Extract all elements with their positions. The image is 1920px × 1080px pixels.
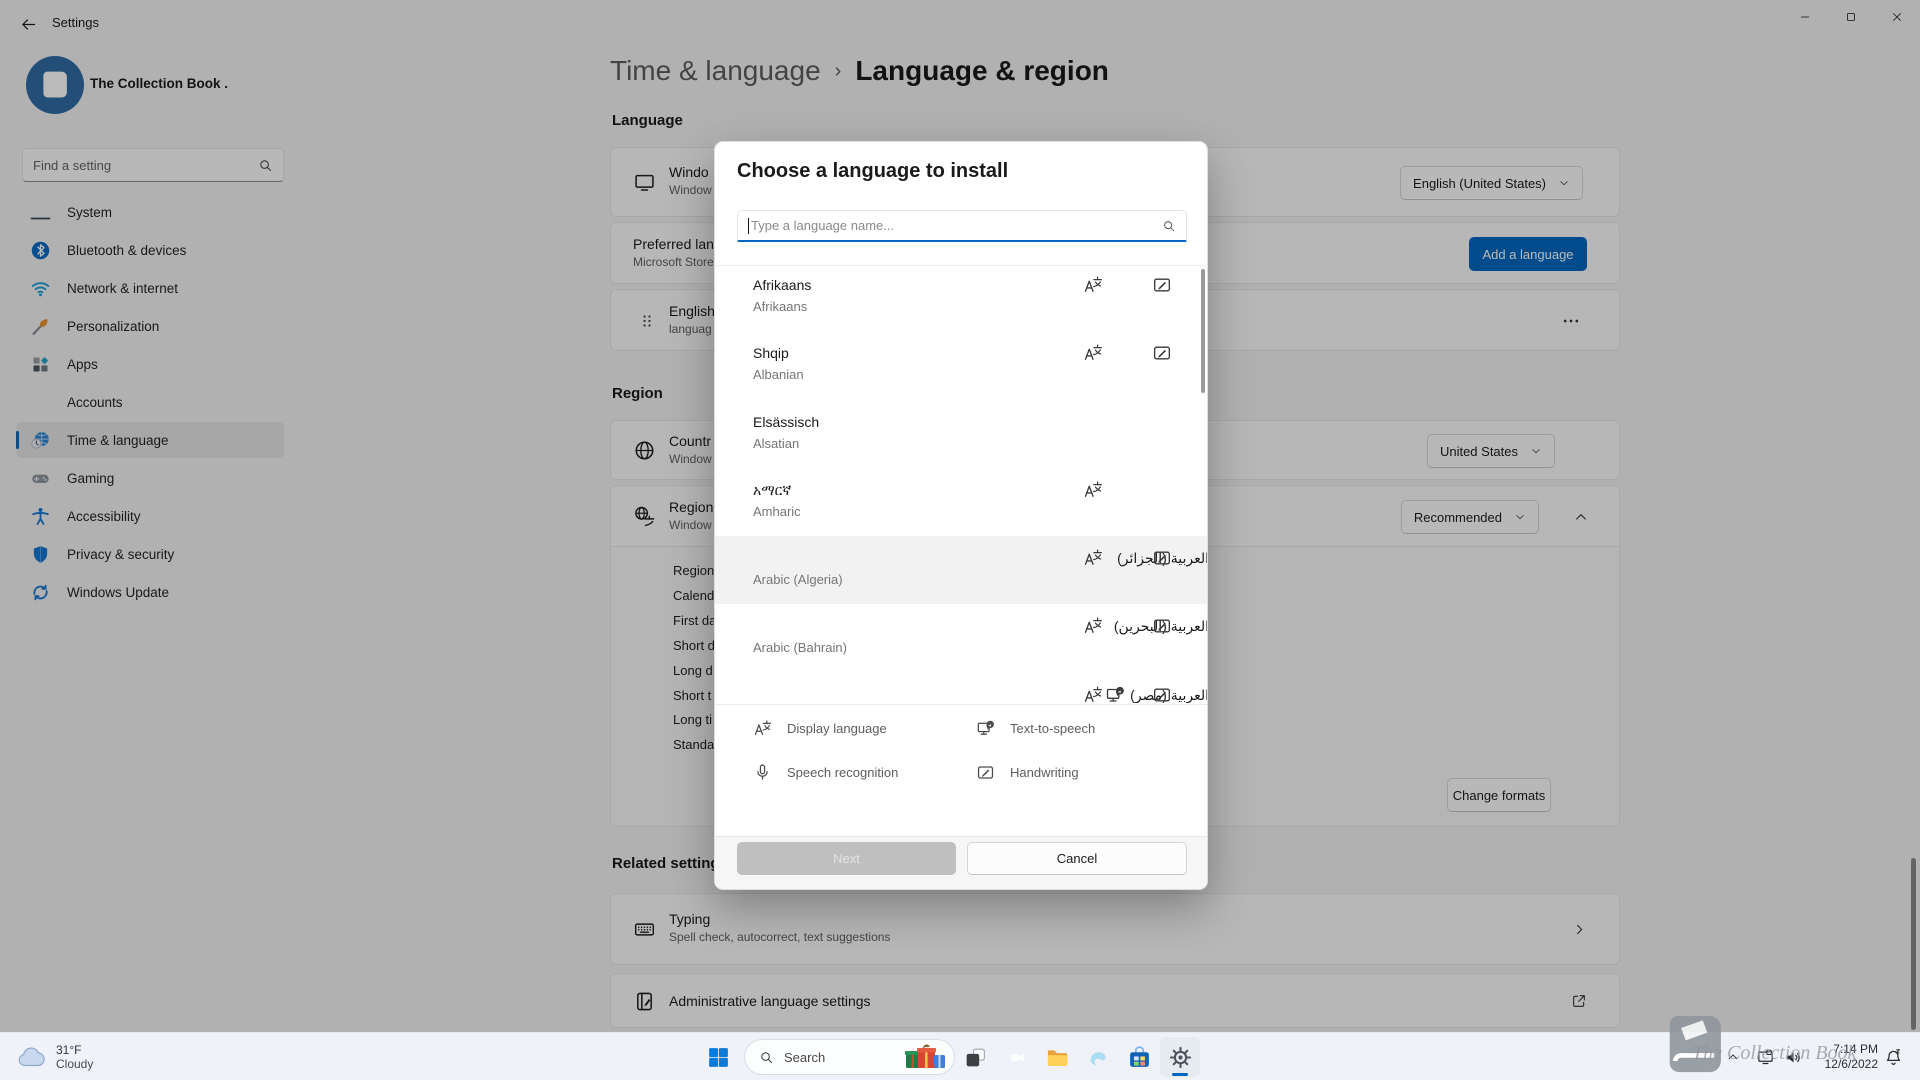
- display-language-icon: [1083, 616, 1103, 636]
- language-english-name: Arabic (Algeria): [753, 572, 843, 588]
- active-app-indicator: [1172, 1073, 1188, 1076]
- language-row[interactable]: Shqip Albanian: [715, 331, 1208, 399]
- dialog-scrollbar[interactable]: [1201, 269, 1205, 393]
- taskbar-search[interactable]: Search: [744, 1039, 955, 1075]
- desktop: Settings The Collection Book . Find a se…: [0, 0, 1920, 1080]
- language-search-placeholder: Type a language name...: [751, 218, 895, 233]
- display-language-icon: [1083, 343, 1103, 363]
- language-row[interactable]: Afrikaans Afrikaans: [715, 263, 1208, 331]
- text-cursor: [748, 217, 749, 234]
- network-icon: [1756, 1048, 1775, 1067]
- language-row[interactable]: العربية (البحرين) Arabic (Bahrain): [715, 604, 1208, 672]
- choose-language-dialog: Choose a language to install Type a lang…: [714, 141, 1208, 890]
- task-view-button[interactable]: [955, 1037, 995, 1077]
- taskbar-search-label: Search: [784, 1049, 826, 1065]
- language-row[interactable]: Elsässisch Alsatian: [715, 400, 1207, 468]
- handwriting-icon: [1152, 685, 1172, 703]
- weather-temp: 31°F: [56, 1043, 82, 1057]
- search-icon: [1162, 219, 1176, 233]
- language-native-name: العربية (الجزائر): [1117, 550, 1208, 567]
- start-button[interactable]: [698, 1037, 738, 1077]
- language-native-name: العربية (البحرين): [1113, 618, 1208, 635]
- taskbar: 31°F Cloudy Search 7:14 PM 12/6/2022: [0, 1032, 1920, 1080]
- display-language-icon: [753, 719, 772, 738]
- chat-icon: [1005, 1045, 1030, 1070]
- language-native-name: አማርኛ: [753, 481, 792, 498]
- cloud-icon: [16, 1044, 48, 1070]
- weather-condition: Cloudy: [56, 1057, 94, 1071]
- text-to-speech-icon: [1105, 685, 1125, 703]
- chat-button[interactable]: [997, 1037, 1037, 1077]
- file-explorer-button[interactable]: [1037, 1037, 1077, 1077]
- settings-app-button[interactable]: [1160, 1037, 1200, 1077]
- language-english-name: Amharic: [753, 503, 801, 519]
- store-button[interactable]: [1119, 1037, 1159, 1077]
- display-language-icon: [1083, 480, 1103, 500]
- tray-network[interactable]: [1756, 1033, 1775, 1080]
- language-english-name: Albanian: [753, 367, 804, 383]
- handwriting-icon: [1152, 275, 1172, 295]
- tray-clock[interactable]: 7:14 PM 12/6/2022: [1816, 1033, 1878, 1080]
- speech-recognition-icon: [753, 763, 772, 782]
- edge-icon: [1086, 1045, 1111, 1070]
- weather-widget[interactable]: 31°F Cloudy: [10, 1036, 99, 1078]
- tray-notifications[interactable]: [1884, 1033, 1903, 1080]
- language-native-name: Shqip: [753, 345, 789, 362]
- handwriting-icon: [1152, 548, 1172, 568]
- language-row[interactable]: العربية (مصر): [715, 673, 1208, 703]
- handwriting-icon: [976, 763, 995, 782]
- language-list: Afrikaans Afrikaans Shqip Albanian Elsäs…: [715, 263, 1208, 703]
- legend-label: Speech recognition: [787, 765, 899, 780]
- legend-label: Display language: [787, 721, 887, 736]
- text-to-speech-icon: [976, 719, 995, 738]
- next-button[interactable]: Next: [737, 842, 956, 875]
- tray-volume[interactable]: [1784, 1033, 1803, 1080]
- chevron-up-icon: [1726, 1050, 1740, 1064]
- edge-button[interactable]: [1078, 1037, 1118, 1077]
- legend-label: Text-to-speech: [1010, 721, 1096, 736]
- language-row[interactable]: العربية (الجزائر) Arabic (Algeria): [715, 536, 1208, 605]
- language-search-input[interactable]: Type a language name...: [737, 210, 1187, 242]
- language-native-name: Elsässisch: [753, 413, 820, 430]
- bell-sleep-icon: [1884, 1048, 1903, 1067]
- dialog-title: Choose a language to install: [737, 160, 1009, 182]
- language-row[interactable]: አማርኛ Amharic: [715, 468, 1208, 536]
- tray-show-hidden[interactable]: [1726, 1033, 1740, 1080]
- display-language-icon: [1083, 548, 1103, 568]
- language-native-name: Afrikaans: [753, 277, 812, 293]
- gear-icon: [1168, 1045, 1193, 1070]
- language-native-name: العربية (مصر): [1130, 686, 1208, 703]
- folder-icon: [1045, 1045, 1070, 1070]
- volume-icon: [1784, 1048, 1803, 1067]
- tray-time: 7:14 PM: [1833, 1042, 1878, 1056]
- tray-date: 12/6/2022: [1824, 1057, 1878, 1071]
- language-english-name: Afrikaans: [753, 299, 808, 314]
- handwriting-icon: [1152, 343, 1172, 363]
- legend-label: Handwriting: [1010, 765, 1079, 780]
- dialog-footer: Next Cancel: [715, 836, 1207, 889]
- display-language-icon: [1083, 685, 1103, 703]
- handwriting-icon: [1152, 616, 1172, 636]
- language-english-name: Arabic (Bahrain): [753, 640, 847, 656]
- task-view-icon: [963, 1045, 988, 1070]
- display-language-icon: [1083, 275, 1103, 295]
- holiday-gifts-icon: [904, 1043, 948, 1071]
- search-icon: [759, 1050, 774, 1065]
- windows-logo-icon: [706, 1045, 731, 1070]
- cancel-button[interactable]: Cancel: [967, 842, 1187, 875]
- language-english-name: Alsatian: [753, 435, 800, 451]
- divider: [715, 704, 1207, 705]
- store-icon: [1127, 1045, 1152, 1070]
